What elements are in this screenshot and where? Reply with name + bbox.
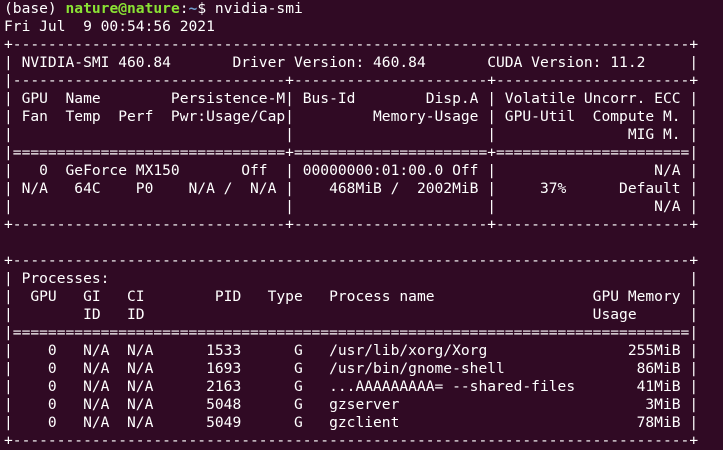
command-text: nvidia-smi [214, 0, 303, 17]
output-line: |===============================+=======… [4, 144, 699, 161]
user-host: nature@nature [65, 0, 180, 17]
output-line: |=======================================… [4, 324, 699, 341]
output-line: | Fan Temp Perf Pwr:Usage/Cap| Memory-Us… [4, 108, 699, 125]
output-line: | GPU GI CI PID Type Process name GPU Me… [4, 288, 699, 305]
output-line: | N/A 64C P0 N/A / N/A | 468MiB / 2002Mi… [4, 180, 699, 197]
output-line: | 0 N/A N/A 5049 G gzclient 78MiB | [4, 414, 699, 431]
command-output: Fri Jul 9 00:54:56 2021 +----------------… [4, 18, 723, 450]
output-line: | NVIDIA-SMI 460.84 Driver Version: 460.… [4, 54, 699, 71]
output-line: +---------------------------------------… [4, 36, 699, 53]
terminal-window[interactable]: (base) nature@nature:~$ nvidia-smi Fri J… [0, 0, 723, 450]
output-line: | Processes: | [4, 270, 699, 287]
output-line: +---------------------------------------… [4, 432, 699, 449]
output-line: | | | MIG M. | [4, 126, 699, 143]
conda-env: (base) [4, 0, 66, 17]
output-line: | 0 N/A N/A 5048 G gzserver 3MiB | [4, 396, 699, 413]
output-line: | 0 N/A N/A 1533 G /usr/lib/xorg/Xorg 25… [4, 342, 699, 359]
output-line: | 0 N/A N/A 1693 G /usr/bin/gnome-shell … [4, 360, 699, 377]
prompt-symbol: $ [197, 0, 215, 17]
output-line: | 0 N/A N/A 2163 G ...AAAAAAAAA= --share… [4, 378, 699, 395]
output-line: | | | N/A | [4, 198, 699, 215]
output-line: | 0 GeForce MX150 Off | 00000000:01:00.0… [4, 162, 699, 179]
output-line: | GPU Name Persistence-M| Bus-Id Disp.A … [4, 90, 699, 107]
output-line: +---------------------------------------… [4, 252, 699, 269]
prompt-colon: : [179, 0, 189, 17]
output-line: | ID ID Usage | [4, 306, 699, 323]
prompt-line: (base) nature@nature:~$ nvidia-smi [4, 0, 723, 18]
output-line: +-------------------------------+-------… [4, 216, 699, 233]
output-line: Fri Jul 9 00:54:56 2021 [4, 18, 215, 35]
output-line: |-------------------------------+-------… [4, 72, 699, 89]
